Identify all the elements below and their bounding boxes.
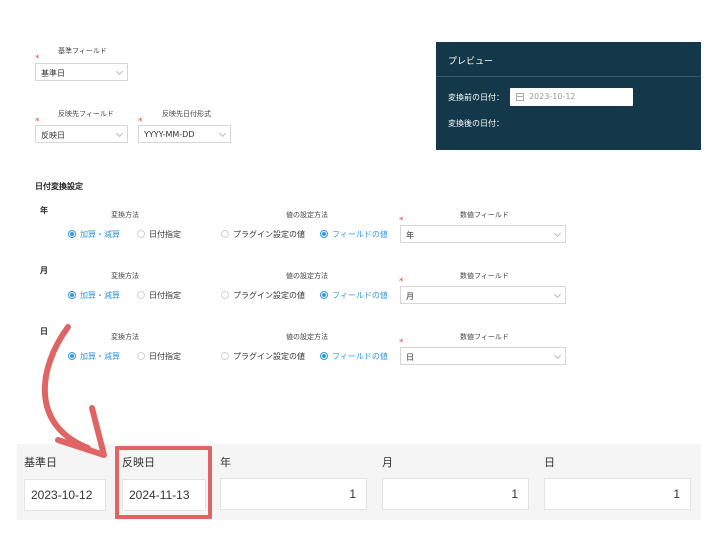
curved-arrow-icon xyxy=(42,324,107,458)
